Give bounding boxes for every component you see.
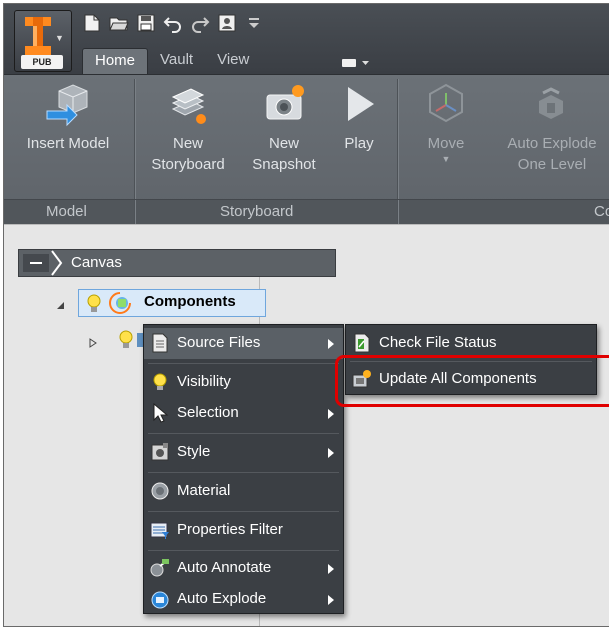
move-label: Move xyxy=(427,135,465,152)
material-icon xyxy=(151,482,169,500)
auto-explode-label-line1: Auto Explode xyxy=(507,135,597,152)
menu-item-auto-explode[interactable]: Auto Explode xyxy=(144,584,343,615)
lightbulb-icon[interactable] xyxy=(116,329,136,351)
menu-item-label: Selection xyxy=(177,404,239,421)
menu-item-material[interactable]: Material xyxy=(144,476,343,507)
submenu-arrow-icon xyxy=(328,448,334,458)
menu-item-label: Material xyxy=(177,482,231,499)
app-badge: PUB xyxy=(21,55,63,69)
explode-icon xyxy=(151,591,169,609)
move-dropdown-icon: ▼ xyxy=(441,154,451,164)
expand-triangle-icon[interactable] xyxy=(88,335,98,352)
menu-item-style[interactable]: Style xyxy=(144,437,343,468)
menu-separator xyxy=(148,433,339,434)
panel-label-storyboard: Storyboard xyxy=(220,203,294,220)
submenu-arrow-icon xyxy=(328,339,334,349)
menu-separator xyxy=(148,363,339,364)
redo-icon[interactable] xyxy=(190,13,210,33)
canvas-label: Canvas xyxy=(71,254,122,271)
auto-explode-icon xyxy=(539,87,563,119)
style-icon xyxy=(151,443,169,461)
submenu-arrow-icon xyxy=(328,564,334,574)
ribbon-tabs: Home Vault View xyxy=(82,48,261,74)
menu-item-label: Properties Filter xyxy=(177,521,283,538)
annotate-icon xyxy=(150,559,169,577)
menu-item-visibility[interactable]: Visibility xyxy=(144,367,343,398)
document-icon xyxy=(152,333,168,353)
menu-separator xyxy=(148,472,339,473)
insert-model-button[interactable]: Insert Model xyxy=(12,81,124,197)
new-file-icon[interactable] xyxy=(82,13,102,33)
chevron-down-icon: ▼ xyxy=(55,33,64,43)
auto-explode-label-line2: One Level xyxy=(517,156,587,173)
quick-access-toolbar xyxy=(82,10,264,36)
application-window: ▼ PUB Home Vault View Insert Model New S… xyxy=(3,3,609,627)
ribbon-panel-labels: Model Storyboard Co xyxy=(4,199,609,226)
open-folder-icon[interactable] xyxy=(109,13,129,33)
panel-label-model: Model xyxy=(46,203,87,220)
move-button[interactable]: Move ▼ xyxy=(406,81,486,197)
play-icon xyxy=(348,87,374,121)
insert-model-label: Insert Model xyxy=(26,135,110,152)
highlight-annotation-box xyxy=(335,355,609,407)
play-label: Play xyxy=(344,135,374,152)
lightbulb-icon[interactable] xyxy=(84,293,104,315)
new-storyboard-label-line1: New xyxy=(172,135,203,152)
submenu-arrow-icon xyxy=(328,595,334,605)
play-button[interactable]: Play xyxy=(332,81,386,197)
application-menu-button[interactable]: ▼ PUB xyxy=(14,10,72,72)
filter-icon xyxy=(150,522,169,539)
menu-item-label: Source Files xyxy=(177,334,261,351)
panel-label-components: Co xyxy=(594,203,609,220)
storyboard-icon xyxy=(171,88,206,124)
menu-item-selection[interactable]: Selection xyxy=(144,398,343,429)
chevron-right-icon xyxy=(51,250,63,276)
camera-icon xyxy=(266,85,304,120)
menu-separator xyxy=(148,511,339,512)
panel-separator xyxy=(134,200,135,226)
new-storyboard-button[interactable]: New Storyboard xyxy=(140,81,236,197)
new-snapshot-label-line1: New xyxy=(268,135,299,152)
menu-item-label: Auto Annotate xyxy=(177,559,272,576)
tab-vault[interactable]: Vault xyxy=(148,48,205,74)
new-snapshot-button[interactable]: New Snapshot xyxy=(244,81,324,197)
title-bar: ▼ PUB Home Vault View xyxy=(4,4,609,74)
menu-separator xyxy=(148,550,339,551)
check-file-icon xyxy=(354,333,370,353)
submenu-arrow-icon xyxy=(328,409,334,419)
undo-icon[interactable] xyxy=(163,13,183,33)
components-label: Components xyxy=(144,293,236,310)
inventor-logo-icon xyxy=(25,17,51,55)
panel-separator xyxy=(397,200,398,226)
menu-item-label: Check File Status xyxy=(379,334,497,351)
components-assembly-icon xyxy=(109,292,131,314)
menu-item-auto-annotate[interactable]: Auto Annotate xyxy=(144,553,343,584)
expand-triangle-icon[interactable] xyxy=(56,297,66,314)
move-icon xyxy=(429,83,463,123)
customize-dropdown-icon[interactable] xyxy=(244,13,264,33)
context-menu: Source Files Visibility Selection Style xyxy=(143,324,344,614)
lightbulb-icon xyxy=(153,373,167,390)
ribbon-minimize-icon[interactable] xyxy=(340,56,372,70)
canvas-header[interactable]: Canvas xyxy=(18,249,336,277)
tab-home[interactable]: Home xyxy=(82,48,149,74)
ribbon: Insert Model New Storyboard New Snapshot xyxy=(4,74,609,226)
insert-model-icon xyxy=(46,84,88,127)
tab-view[interactable]: View xyxy=(205,48,261,74)
menu-item-properties-filter[interactable]: Properties Filter xyxy=(144,515,343,546)
new-storyboard-label-line2: Storyboard xyxy=(151,156,225,173)
save-icon[interactable] xyxy=(136,13,156,33)
menu-item-label: Style xyxy=(177,443,211,460)
collapse-icon[interactable] xyxy=(23,254,49,272)
menu-item-label: Auto Explode xyxy=(177,590,267,607)
new-snapshot-label-line2: Snapshot xyxy=(252,156,316,173)
menu-item-source-files[interactable]: Source Files xyxy=(144,328,343,359)
cursor-icon xyxy=(153,403,169,423)
auto-explode-one-level-button[interactable]: Auto Explode One Level xyxy=(494,81,609,197)
user-icon[interactable] xyxy=(217,13,237,33)
menu-item-label: Visibility xyxy=(177,373,231,390)
